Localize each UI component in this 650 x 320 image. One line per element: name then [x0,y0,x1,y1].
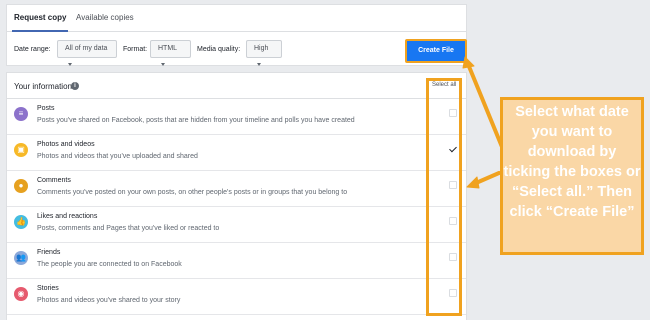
instruction-callout: Select what date you want to download by… [500,97,644,255]
arrow-to-checkboxes [474,171,501,185]
arrowhead-create-icon [462,56,475,69]
arrowhead-checkbox-icon [466,176,480,189]
